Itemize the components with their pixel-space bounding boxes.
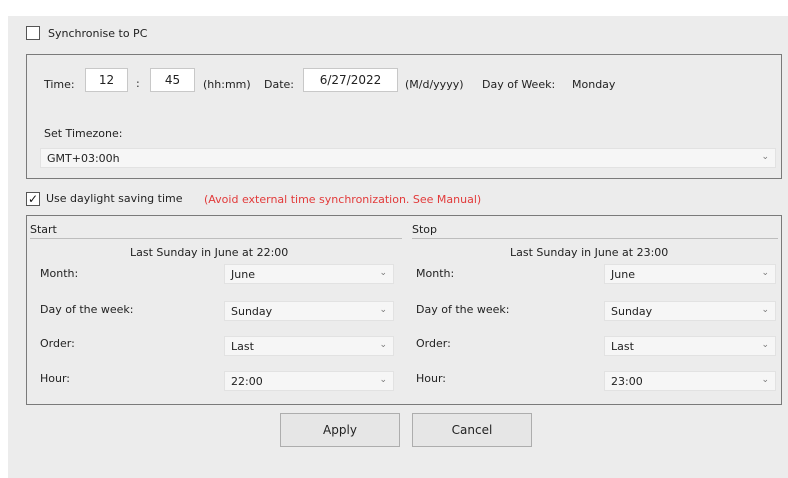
stop-dow-select[interactable]: Sunday ⌄ — [604, 301, 776, 321]
date-format-hint: (M/d/yyyy) — [405, 78, 464, 91]
timezone-select[interactable]: GMT+03:00h ⌄ — [40, 148, 776, 168]
start-summary: Last Sunday in June at 22:00 — [130, 246, 289, 259]
start-hour-select[interactable]: 22:00 ⌄ — [224, 371, 394, 391]
start-order-value: Last — [231, 339, 254, 353]
stop-dow-value: Sunday — [611, 304, 653, 318]
chevron-down-icon: ⌄ — [761, 375, 769, 385]
cancel-button[interactable]: Cancel — [412, 413, 532, 447]
sync-row: Synchronise to PC — [26, 26, 147, 40]
stop-month-select[interactable]: June ⌄ — [604, 264, 776, 284]
timezone-label: Set Timezone: — [44, 127, 123, 140]
chevron-down-icon: ⌄ — [761, 268, 769, 278]
chevron-down-icon: ⌄ — [761, 340, 769, 350]
stop-order-label: Order: — [416, 337, 451, 350]
hour-input[interactable]: 12 — [85, 68, 128, 92]
apply-button[interactable]: Apply — [280, 413, 400, 447]
time-format-hint: (hh:mm) — [203, 78, 251, 91]
dst-label: Use daylight saving time — [46, 192, 183, 205]
stop-hour-label: Hour: — [416, 372, 447, 385]
stop-dow-label: Day of the week: — [416, 303, 510, 316]
start-order-select[interactable]: Last ⌄ — [224, 336, 394, 356]
start-hour-label: Hour: — [40, 372, 71, 385]
timezone-value: GMT+03:00h — [47, 151, 120, 165]
stop-divider — [412, 238, 778, 239]
start-title: Start — [30, 223, 57, 236]
chevron-down-icon: ⌄ — [379, 375, 387, 385]
stop-month-label: Month: — [416, 267, 455, 280]
start-order-label: Order: — [40, 337, 75, 350]
chevron-down-icon: ⌄ — [379, 340, 387, 350]
stop-order-select[interactable]: Last ⌄ — [604, 336, 776, 356]
sync-label: Synchronise to PC — [48, 26, 148, 40]
stop-order-value: Last — [611, 339, 634, 353]
start-hour-value: 22:00 — [231, 374, 263, 388]
start-dow-value: Sunday — [231, 304, 273, 318]
dst-checkbox[interactable]: ✓ — [26, 192, 40, 206]
day-of-week-label: Day of Week: — [482, 78, 556, 91]
start-month-select[interactable]: June ⌄ — [224, 264, 394, 284]
time-separator: : — [136, 77, 140, 90]
dst-warning: (Avoid external time synchronization. Se… — [204, 193, 482, 206]
stop-month-value: June — [611, 267, 635, 281]
stop-hour-select[interactable]: 23:00 ⌄ — [604, 371, 776, 391]
start-divider — [30, 238, 402, 239]
stop-hour-value: 23:00 — [611, 374, 643, 388]
start-dow-label: Day of the week: — [40, 303, 134, 316]
chevron-down-icon: ⌄ — [379, 268, 387, 278]
date-input[interactable]: 6/27/2022 — [303, 68, 398, 92]
sync-checkbox[interactable] — [26, 26, 40, 40]
minute-input[interactable]: 45 — [150, 68, 195, 92]
stop-title: Stop — [412, 223, 438, 236]
date-label: Date: — [264, 78, 294, 91]
time-label: Time: — [44, 78, 75, 91]
start-dow-select[interactable]: Sunday ⌄ — [224, 301, 394, 321]
stop-summary: Last Sunday in June at 23:00 — [510, 246, 669, 259]
day-of-week-value: Monday — [572, 78, 616, 91]
start-month-label: Month: — [40, 267, 79, 280]
chevron-down-icon: ⌄ — [761, 305, 769, 315]
chevron-down-icon: ⌄ — [379, 305, 387, 315]
checkmark-icon: ✓ — [27, 192, 39, 206]
start-month-value: June — [231, 267, 255, 281]
chevron-down-icon: ⌄ — [761, 152, 769, 162]
